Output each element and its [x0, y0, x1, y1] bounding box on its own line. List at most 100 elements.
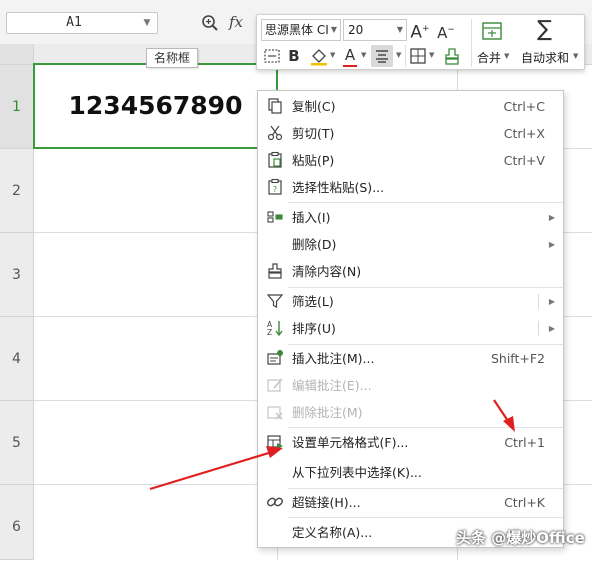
name-box-value: A1	[66, 15, 82, 30]
merge-label[interactable]: 合并	[477, 49, 501, 66]
menu-item-copy[interactable]: 复制(C) Ctrl+C	[258, 93, 563, 120]
copy-icon	[268, 98, 282, 114]
font-name-value: 思源黑体 CI	[265, 23, 329, 37]
toolbar-divider	[471, 19, 472, 67]
format-painter-icon[interactable]	[263, 47, 281, 65]
row-header-6[interactable]: 6	[0, 485, 34, 560]
font-name-select[interactable]: 思源黑体 CI ▼	[261, 19, 341, 41]
zoom-icon[interactable]	[201, 14, 219, 32]
select-all-corner[interactable]	[0, 44, 34, 65]
edit-comment-icon	[267, 378, 283, 392]
menu-label: 筛选(L)	[292, 294, 334, 309]
fill-color-icon[interactable]	[309, 46, 329, 66]
paste-icon	[268, 151, 282, 168]
toolbar-divider	[405, 45, 406, 67]
row-header-4[interactable]: 4	[0, 317, 34, 401]
menu-item-hyperlink[interactable]: 超链接(H)... Ctrl+K	[258, 489, 563, 516]
autosum-label[interactable]: 自动求和	[521, 49, 569, 66]
chevron-down-icon[interactable]: ▼	[504, 52, 509, 60]
menu-item-paste-special[interactable]: ? 选择性粘贴(S)...	[258, 174, 563, 201]
menu-item-delete[interactable]: 删除(D) ▶	[258, 231, 563, 258]
menu-split-divider	[538, 294, 539, 309]
menu-divider	[288, 202, 563, 203]
menu-item-format-cells[interactable]: 设置单元格格式(F)... Ctrl+1	[258, 429, 563, 456]
chevron-down-icon[interactable]: ▼	[429, 51, 434, 59]
row-header-2[interactable]: 2	[0, 149, 34, 233]
chevron-down-icon[interactable]: ▼	[396, 51, 401, 59]
decrease-font-icon: A	[437, 24, 448, 42]
submenu-arrow-icon[interactable]: ▶	[549, 288, 555, 315]
bold-button[interactable]: B	[285, 45, 303, 67]
menu-label: 设置单元格格式(F)...	[292, 435, 409, 450]
paste-special-icon: ?	[268, 178, 282, 195]
font-size-select[interactable]: 20 ▼	[343, 19, 407, 41]
scissors-icon	[267, 125, 283, 141]
increase-font-size-button[interactable]: A+	[409, 18, 431, 43]
menu-label: 编辑批注(E)...	[292, 378, 372, 393]
menu-shortcut: Ctrl+1	[504, 435, 545, 450]
menu-item-cut[interactable]: 剪切(T) Ctrl+X	[258, 120, 563, 147]
submenu-arrow-icon[interactable]: ▶	[549, 315, 555, 342]
chevron-down-icon[interactable]: ▼	[573, 52, 578, 60]
menu-shortcut: Shift+F2	[490, 351, 545, 366]
menu-label: 删除(D)	[292, 237, 337, 252]
fx-icon[interactable]: fx	[229, 12, 249, 32]
menu-item-sort[interactable]: A Z 排序(U) ▶	[258, 315, 563, 342]
menu-item-insert[interactable]: 插入(I) ▶	[258, 204, 563, 231]
align-center-button[interactable]	[371, 45, 393, 67]
menu-label: 选择性粘贴(S)...	[292, 180, 385, 195]
menu-item-insert-comment[interactable]: 插入批注(M)... Shift+F2	[258, 345, 563, 372]
name-box[interactable]: A1 ▼	[6, 12, 158, 34]
menu-item-paste[interactable]: 粘贴(P) Ctrl+V	[258, 147, 563, 174]
mini-toolbar: 思源黑体 CI ▼ 20 ▼ A+ A− B ▼ A ▼ ▼ ▼ 合并 ▼ ∑ …	[256, 14, 585, 70]
delete-comment-icon	[267, 406, 283, 420]
menu-shortcut: Ctrl+K	[504, 495, 545, 510]
menu-label: 清除内容(N)	[292, 264, 362, 279]
format-cells-icon	[267, 435, 283, 449]
menu-item-delete-comment: 删除批注(M)	[258, 399, 563, 426]
active-cell-a1[interactable]: 1234567890	[33, 63, 278, 149]
chevron-down-icon[interactable]: ▼	[141, 13, 153, 33]
merge-icon[interactable]	[481, 21, 503, 41]
name-box-tooltip: 名称框	[146, 48, 198, 68]
menu-shortcut: Ctrl+C	[503, 99, 545, 114]
menu-split-divider	[538, 321, 539, 336]
chevron-down-icon[interactable]: ▼	[330, 51, 335, 59]
link-icon	[267, 497, 283, 507]
menu-label: 删除批注(M)	[292, 405, 363, 420]
menu-item-edit-comment: 编辑批注(E)...	[258, 372, 563, 399]
menu-label: 插入批注(M)...	[292, 351, 375, 366]
chevron-down-icon[interactable]: ▼	[331, 20, 337, 40]
submenu-arrow-icon: ▶	[548, 213, 555, 222]
increase-font-icon: A	[410, 22, 423, 43]
menu-label: 定义名称(A)...	[292, 525, 373, 540]
menu-label: 插入(I)	[292, 210, 331, 225]
cell-value: 1234567890	[68, 91, 243, 120]
row-header-1[interactable]: 1	[0, 65, 34, 149]
menu-label: 超链接(H)...	[292, 495, 361, 510]
menu-item-filter[interactable]: 筛选(L) ▶	[258, 288, 563, 315]
autosum-icon[interactable]: ∑	[537, 17, 552, 42]
row-header-5[interactable]: 5	[0, 401, 34, 485]
font-color-button[interactable]: A	[341, 44, 359, 66]
menu-label: 从下拉列表中选择(K)...	[292, 465, 422, 480]
row-header-3[interactable]: 3	[0, 233, 34, 317]
menu-item-pick-from-list[interactable]: 从下拉列表中选择(K)...	[258, 459, 563, 486]
eraser-icon	[268, 263, 282, 279]
insert-icon	[267, 211, 283, 223]
filter-icon	[266, 294, 284, 308]
chevron-down-icon[interactable]: ▼	[397, 20, 403, 40]
watermark: 头条 @爆炒Office	[456, 529, 585, 547]
menu-item-clear-content[interactable]: 清除内容(N)	[258, 258, 563, 285]
svg-text:Z: Z	[267, 328, 272, 337]
menu-divider	[288, 427, 563, 428]
menu-divider	[288, 517, 563, 518]
decrease-font-size-button[interactable]: A−	[435, 19, 457, 42]
borders-icon[interactable]	[409, 47, 427, 65]
font-color-icon: A	[344, 46, 356, 64]
clear-format-icon[interactable]	[442, 46, 462, 66]
font-color-swatch	[343, 65, 357, 67]
menu-label: 复制(C)	[292, 99, 336, 114]
menu-shortcut: Ctrl+X	[503, 126, 545, 141]
chevron-down-icon[interactable]: ▼	[361, 51, 366, 59]
